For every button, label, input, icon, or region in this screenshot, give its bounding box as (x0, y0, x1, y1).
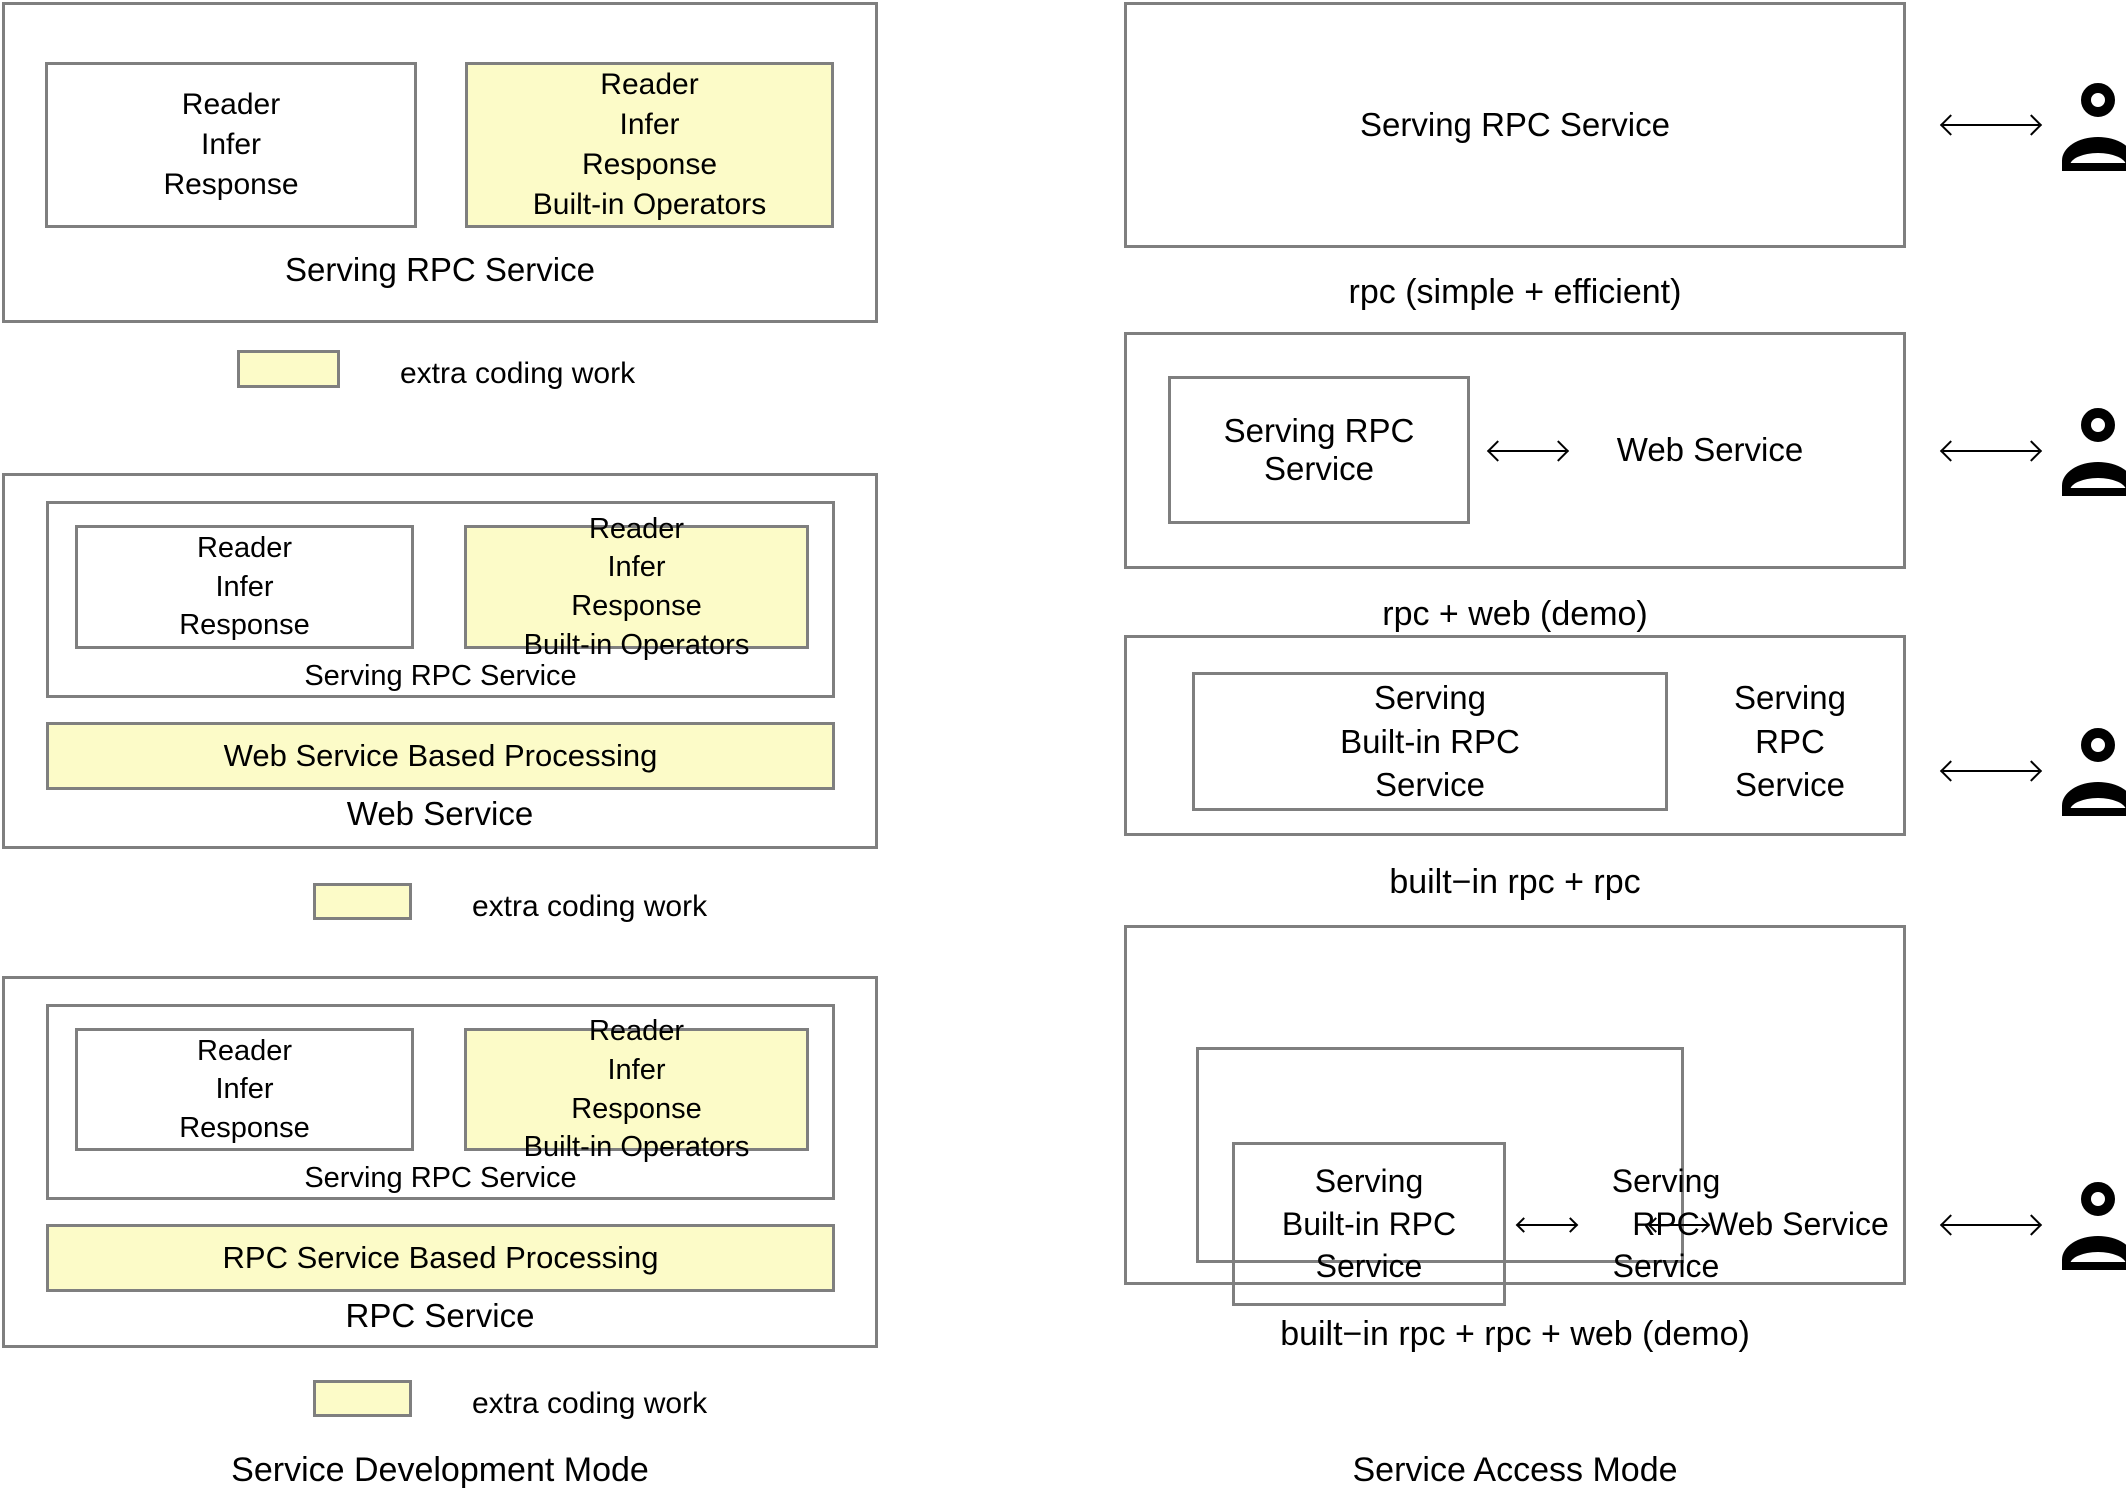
user-base (2062, 163, 2126, 171)
access-builtin-rpc-right-label: Serving RPC Service (1734, 678, 1846, 804)
access-builtin-rpc-caption: built−in rpc + rpc (1389, 862, 1641, 901)
access-rpc-web-inner-label: Serving RPC Service (1223, 412, 1415, 487)
access-rpc-web-right-label: Web Service (1616, 431, 1804, 468)
access-rpc-web-caption: rpc + web (demo) (1382, 594, 1648, 633)
panel-rpc-only-outer-label: Serving RPC Service (285, 251, 595, 288)
user-head (2081, 1182, 2115, 1216)
user-icon-2 (2062, 408, 2126, 496)
panel-web-service-yellow-text: Reader Infer Response Built-in Operators (523, 512, 750, 661)
user-base (2062, 1262, 2126, 1270)
panel-web-service-mid-label: Serving RPC Service (304, 659, 577, 692)
access-builtin-rpc-web-arrow-2 (1650, 1224, 1708, 1226)
user-base (2062, 808, 2126, 816)
access-rpc-label: Serving RPC Service (1360, 106, 1670, 143)
access-builtin-rpc-user-arrow (1943, 770, 2039, 772)
user-base (2062, 488, 2126, 496)
access-rpc-caption: rpc (simple + efficient) (1348, 272, 1682, 311)
legend-label-2: extra coding work (472, 890, 708, 923)
access-rpc-web-user-arrow (1943, 450, 2039, 452)
user-icon-3 (2062, 728, 2126, 816)
panel-rpc-service-plain-text: Reader Infer Response (179, 1034, 310, 1144)
access-builtin-rpc-inner-label: Serving Built-in RPC Service (1340, 678, 1520, 804)
panel-rpc-service-yellow-bar-label: RPC Service Based Processing (222, 1240, 659, 1275)
access-rpc-web-inner-arrow (1490, 450, 1566, 452)
user-icon-4 (2062, 1182, 2126, 1270)
user-head (2081, 728, 2115, 762)
panel-web-service-plain-text: Reader Infer Response (179, 532, 310, 642)
access-builtin-rpc-web-innermost-label: Serving Built-in RPC Service (1281, 1163, 1457, 1285)
panel-rpc-only-yellow-text: Reader Infer Response Built-in Operators (532, 68, 767, 221)
panel-rpc-service-yellow-text: Reader Infer Response Built-in Operators (523, 1015, 750, 1164)
user-head (2081, 408, 2115, 442)
access-rpc-user-arrow (1943, 124, 2039, 126)
legend-swatch-3b (313, 1380, 412, 1417)
right-column-caption: Service Access Mode (1352, 1450, 1678, 1489)
left-column-caption: Service Development Mode (231, 1450, 649, 1489)
legend-swatch-2 (313, 883, 412, 920)
panel-rpc-service-outer-label: RPC Service (345, 1297, 535, 1334)
panel-rpc-service-mid-label: Serving RPC Service (304, 1161, 577, 1194)
access-builtin-rpc-web-caption: built−in rpc + rpc + web (demo) (1280, 1314, 1750, 1353)
legend-label-1: extra coding work (400, 357, 636, 390)
access-builtin-rpc-web-user-arrow (1943, 1224, 2039, 1226)
user-icon-1 (2062, 83, 2126, 171)
panel-web-service-outer-label: Web Service (346, 795, 534, 832)
legend-label-3: extra coding work (472, 1387, 708, 1420)
panel-rpc-only-plain-text: Reader Infer Response (163, 88, 299, 201)
user-head (2081, 83, 2115, 117)
access-builtin-rpc-web-right-label: Web Service (1708, 1205, 1889, 1242)
access-builtin-rpc-web-arrow-1 (1518, 1224, 1576, 1226)
diagram-canvas: Reader Infer Response Reader Infer Respo… (0, 0, 2126, 1506)
panel-web-service-yellow-bar-label: Web Service Based Processing (223, 738, 658, 773)
legend-swatch-1 (237, 350, 340, 388)
